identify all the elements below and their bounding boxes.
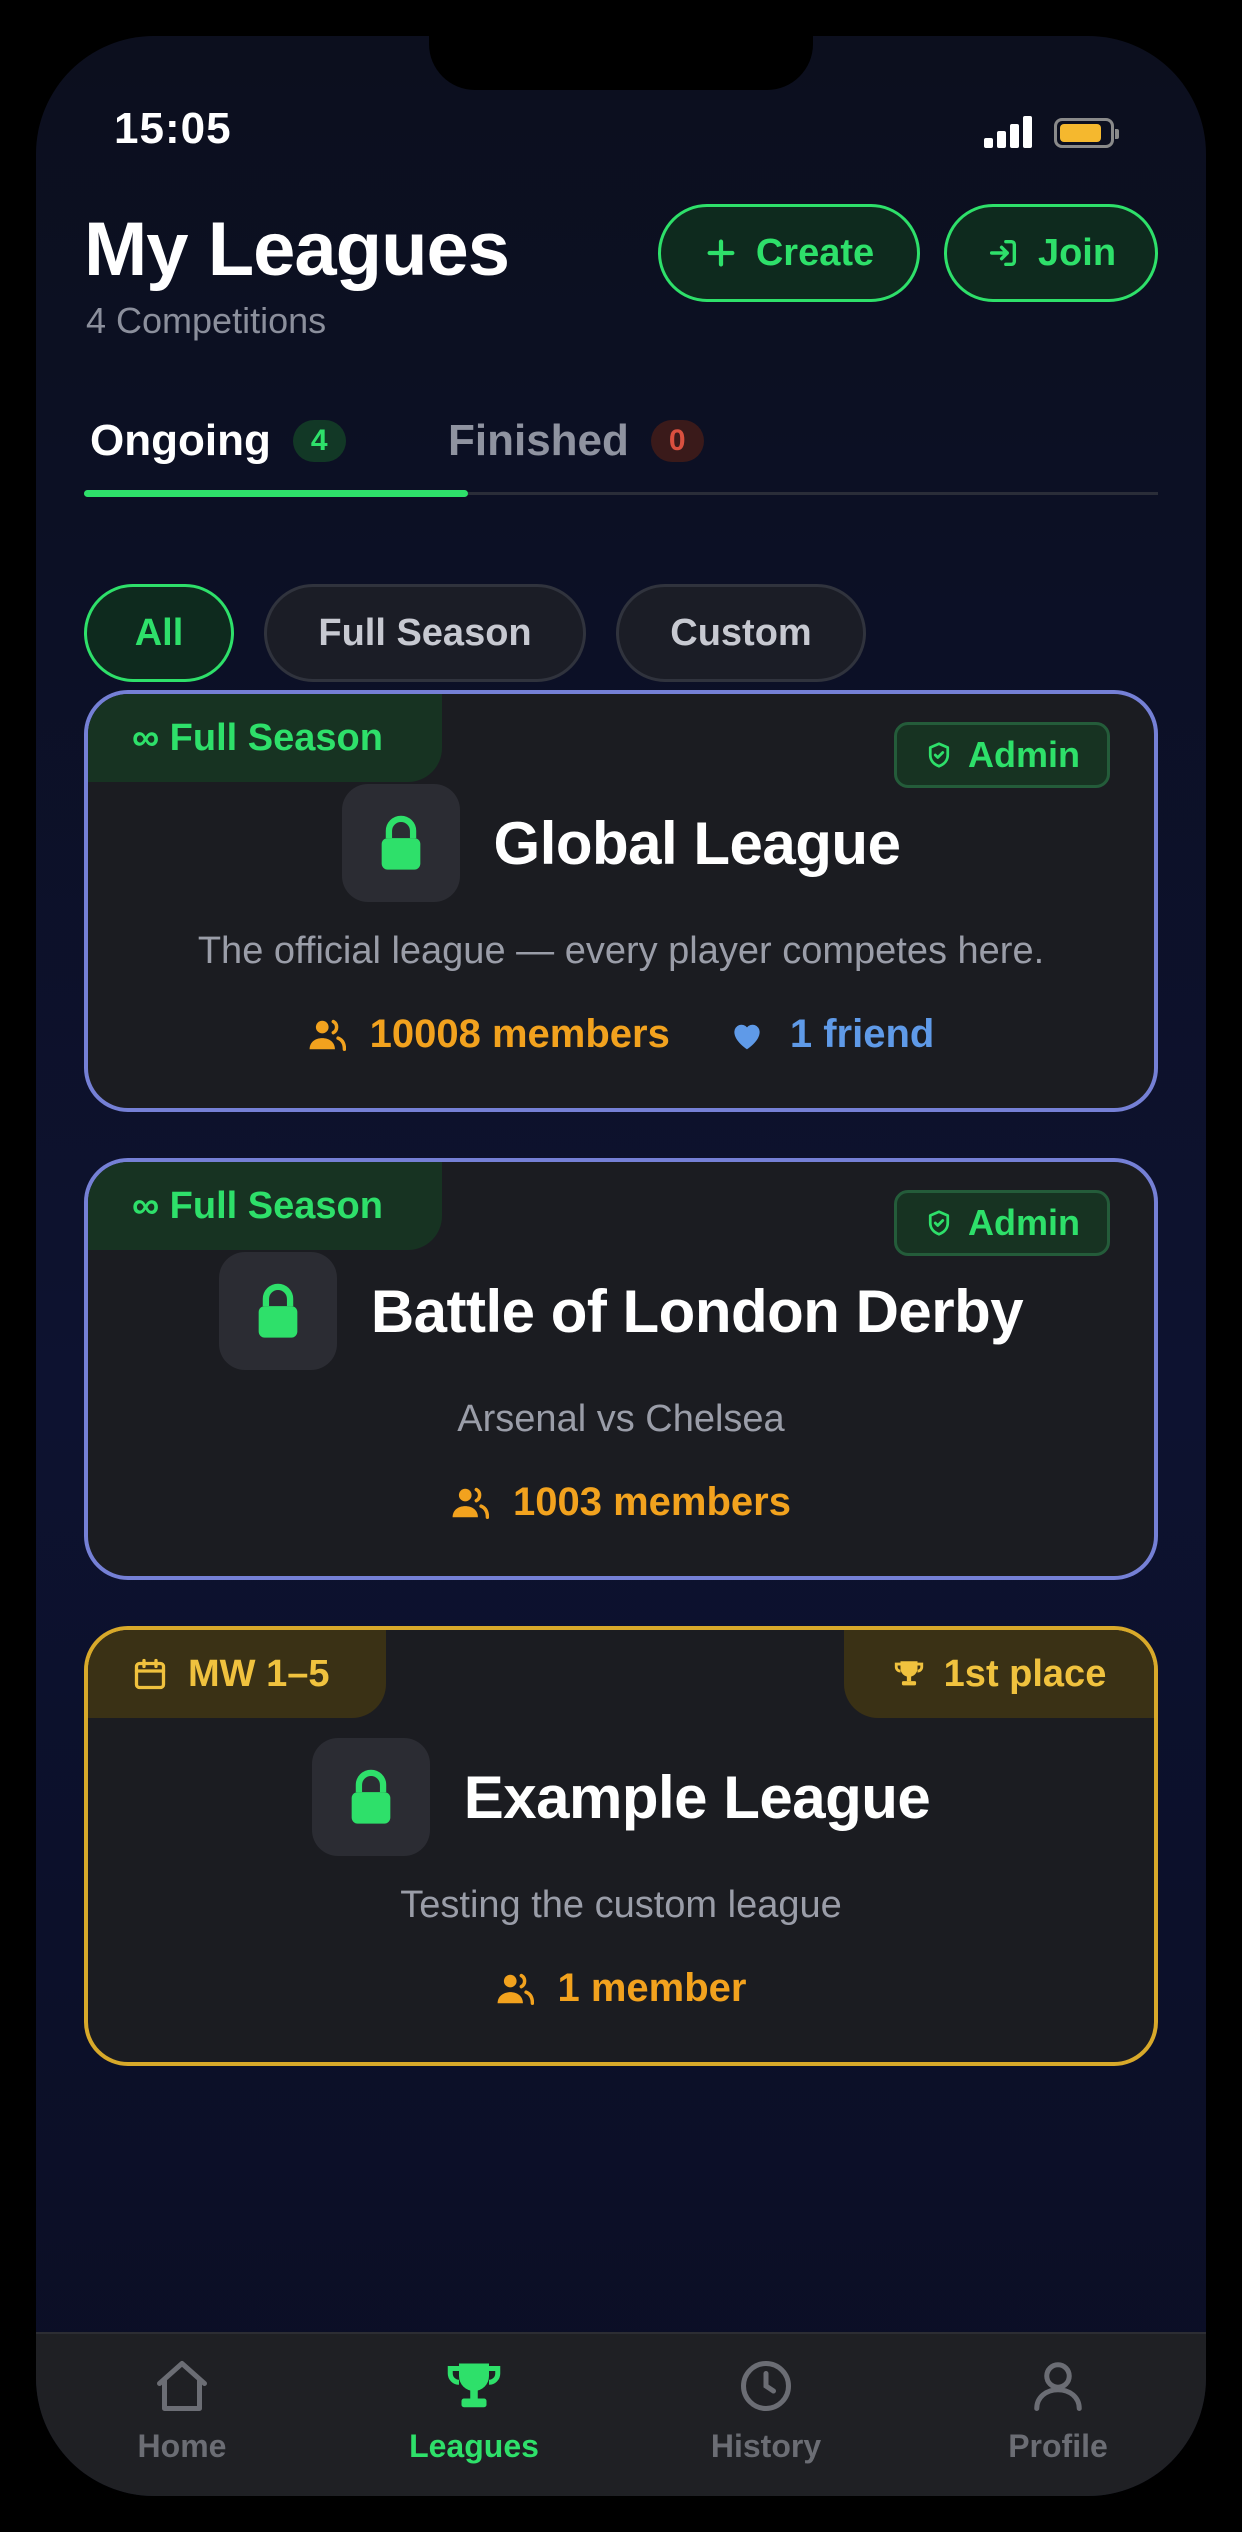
user-icon	[1034, 2362, 1082, 2411]
members-count: 10008 members	[308, 1012, 670, 1057]
league-description: The official league — every player compe…	[197, 930, 1045, 972]
members-count: 1 member	[496, 1966, 747, 2011]
filter-all[interactable]: All	[84, 584, 234, 682]
league-title: Example League	[463, 1763, 931, 1831]
season-type-tag: ∞ Full Season	[88, 1162, 442, 1250]
clock-icon	[741, 2361, 791, 2411]
filter-custom[interactable]: Custom	[616, 584, 866, 682]
nav-label: Home	[137, 2428, 227, 2464]
create-league-button[interactable]: Create	[658, 204, 920, 302]
card-header: Global League	[88, 784, 1154, 902]
nav-label: Profile	[1008, 2428, 1108, 2464]
bottom-nav: Home Leagues History Profile	[36, 2332, 1206, 2496]
shield-check-icon	[928, 1210, 950, 1236]
notch	[429, 36, 813, 90]
league-tabs: Ongoing 4 Finished 0	[84, 416, 1158, 506]
login-icon	[989, 239, 1016, 267]
friends-label: 1 friend	[789, 1012, 935, 1056]
tab-ongoing[interactable]: Ongoing 4	[90, 416, 346, 466]
join-label: Join	[1037, 231, 1117, 274]
join-league-button[interactable]: Join	[944, 204, 1158, 302]
tab-finished[interactable]: Finished 0	[448, 416, 704, 466]
lock-icon	[341, 784, 460, 902]
matchweek-tag: MW 1–5	[88, 1630, 386, 1718]
plus-icon	[707, 239, 735, 267]
tab-label: Finished	[448, 416, 629, 465]
users-icon	[452, 1487, 490, 1519]
nav-history[interactable]: History	[620, 2356, 912, 2465]
place-label: 1st place	[943, 1652, 1107, 1695]
admin-badge: Admin	[894, 1190, 1110, 1256]
league-description: Arsenal vs Chelsea	[457, 1398, 785, 1440]
create-label: Create	[755, 231, 875, 274]
trophy-icon	[894, 1661, 923, 1686]
league-stats: 10008 members 1 friend	[88, 1012, 1154, 1057]
lock-icon	[218, 1252, 337, 1370]
page-title: My Leagues	[84, 207, 510, 292]
league-card-global[interactable]: ∞ Full Season Admin Global League The of…	[84, 690, 1158, 1112]
finished-count-badge: 0	[650, 420, 704, 462]
card-header: Battle of London Derby	[88, 1252, 1154, 1370]
users-icon	[309, 1019, 346, 1051]
league-card-london-derby[interactable]: ∞ Full Season Admin Battle of London Der…	[84, 1158, 1158, 1580]
friends-count: 1 friend	[728, 1012, 934, 1057]
league-description: Testing the custom league	[400, 1884, 842, 1926]
league-stats: 1 member	[88, 1966, 1154, 2011]
filter-full-season[interactable]: Full Season	[264, 584, 586, 682]
status-time: 15:05	[114, 104, 232, 153]
admin-label: Admin	[968, 1202, 1080, 1243]
matchweek-label: MW 1–5	[188, 1652, 330, 1695]
app-screen: 15:05 My Leagues 4 Competitions Create J…	[36, 36, 1206, 2496]
league-title: Battle of London Derby	[370, 1277, 1024, 1345]
admin-label: Admin	[968, 734, 1080, 775]
active-tab-indicator	[84, 490, 468, 497]
nav-label: History	[710, 2428, 822, 2464]
members-count: 1003 members	[451, 1480, 791, 1525]
season-type-tag: ∞ Full Season	[88, 694, 442, 782]
admin-badge: Admin	[894, 722, 1110, 788]
calendar-icon	[134, 1658, 166, 1690]
nav-label: Leagues	[409, 2428, 539, 2464]
place-badge: 1st place	[844, 1630, 1154, 1718]
ongoing-count-badge: 4	[292, 420, 346, 462]
league-stats: 1003 members	[88, 1480, 1154, 1525]
heart-icon	[734, 1024, 760, 1049]
nav-profile[interactable]: Profile	[912, 2356, 1204, 2465]
signal-icon	[984, 116, 1034, 148]
members-label: 1 member	[557, 1966, 747, 2010]
users-icon	[497, 1973, 534, 2005]
device-frame: 15:05 My Leagues 4 Competitions Create J…	[0, 0, 1242, 2532]
shield-check-icon	[928, 742, 950, 768]
page-subtitle: 4 Competitions	[86, 300, 327, 341]
battery-fill	[1060, 124, 1101, 142]
members-label: 1003 members	[513, 1480, 791, 1524]
league-card-example[interactable]: MW 1–5 1st place Example League Testing …	[84, 1626, 1158, 2066]
league-title: Global League	[493, 809, 901, 877]
card-header: Example League	[88, 1738, 1154, 1856]
nav-leagues[interactable]: Leagues	[328, 2356, 620, 2465]
lock-icon	[311, 1738, 430, 1856]
trophy-icon	[447, 2363, 501, 2408]
members-label: 10008 members	[369, 1012, 670, 1056]
battery-icon	[1054, 118, 1119, 148]
home-icon	[157, 2361, 207, 2411]
nav-home[interactable]: Home	[36, 2356, 328, 2465]
tab-label: Ongoing	[90, 416, 271, 465]
